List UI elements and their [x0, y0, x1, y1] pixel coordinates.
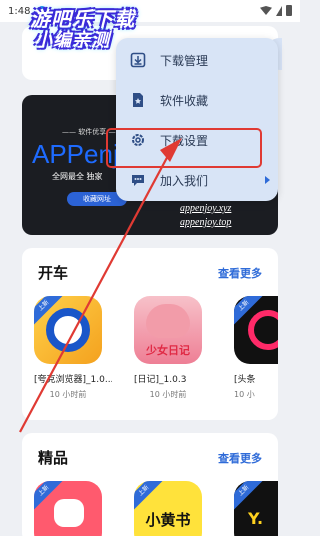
view-more-link[interactable]: 查看更多 [218, 450, 262, 466]
app-icon-text: 小黄书 [145, 511, 191, 529]
menu-item-download-manager[interactable]: 下载管理 [116, 40, 278, 80]
app-time: 10 小时前 [49, 390, 87, 399]
section-title: 精品 [38, 449, 69, 467]
menu-label: 加入我们 [160, 173, 209, 188]
app-item[interactable]: 少女日记 [日记]_1.0.3 10 小时前 [134, 296, 214, 400]
browser-logo-icon [46, 308, 90, 352]
section-kaiche: 开车 查看更多 上新 [夸克浏览器]_1.0... 10 小时前 少女日记 [日… [22, 248, 278, 420]
signal-icon [276, 5, 282, 16]
status-icons [260, 5, 292, 16]
app-item[interactable]: 上新 [34, 481, 114, 536]
view-more-link[interactable]: 查看更多 [218, 265, 262, 281]
watermark: 游吧乐下载 小编亲测 [30, 8, 135, 52]
app-name: [日记]_1.0.3 [134, 375, 187, 385]
app-art [146, 304, 190, 338]
chevron-right-icon [265, 176, 270, 184]
menu-item-favorites[interactable]: 软件收藏 [116, 80, 278, 120]
app-name: [头条 [234, 375, 256, 385]
section-title: 开车 [38, 264, 69, 282]
download-box-icon [130, 52, 146, 68]
app-icon[interactable]: 上新 [234, 296, 278, 364]
app-time: 10 小时前 [149, 390, 187, 399]
app-icon[interactable]: 上新 Y. [234, 481, 278, 536]
app-item[interactable]: 上新 Y. [234, 481, 278, 536]
section-jingpin: 精品 查看更多 上新 上新 小黄书 上新 Y. [22, 433, 278, 536]
app-item[interactable]: 上新 [头条 10 小 [234, 296, 278, 400]
app-icon[interactable]: 上新 [34, 481, 102, 536]
dropdown-menu: 下载管理 软件收藏 下载设置 加入我们 [116, 38, 278, 201]
banner-url-2: appenjoy.top [180, 217, 232, 228]
chat-bubble-icon [54, 499, 84, 527]
battery-icon [286, 5, 292, 16]
app-time: 10 小 [234, 390, 255, 399]
app-name: [夸克浏览器]_1.0... [34, 375, 112, 385]
app-item[interactable]: 上新 [夸克浏览器]_1.0... 10 小时前 [34, 296, 114, 400]
star-doc-icon [130, 92, 146, 108]
banner-tagline: 全网最全 独家 [52, 172, 103, 181]
app-icon[interactable]: 上新 小黄书 [134, 481, 202, 536]
app-icon[interactable]: 少女日记 [134, 296, 202, 364]
app-icon-text: Y. [248, 509, 264, 528]
app-logo-icon [248, 310, 278, 350]
app-icon[interactable]: 上新 [34, 296, 102, 364]
menu-label: 软件收藏 [160, 93, 209, 108]
chat-bubble-icon [130, 172, 146, 188]
status-time: 1:48 [8, 5, 31, 17]
watermark-line1: 游吧乐下载 [30, 7, 135, 31]
highlight-box [106, 128, 262, 168]
app-icon-text: 少女日记 [146, 344, 190, 357]
app-item[interactable]: 上新 小黄书 [134, 481, 214, 536]
watermark-line2: 小编亲测 [34, 30, 110, 51]
wifi-icon [260, 6, 272, 15]
banner-url-1: appenjoy.xyz [180, 203, 232, 214]
menu-label: 下载管理 [160, 53, 209, 68]
